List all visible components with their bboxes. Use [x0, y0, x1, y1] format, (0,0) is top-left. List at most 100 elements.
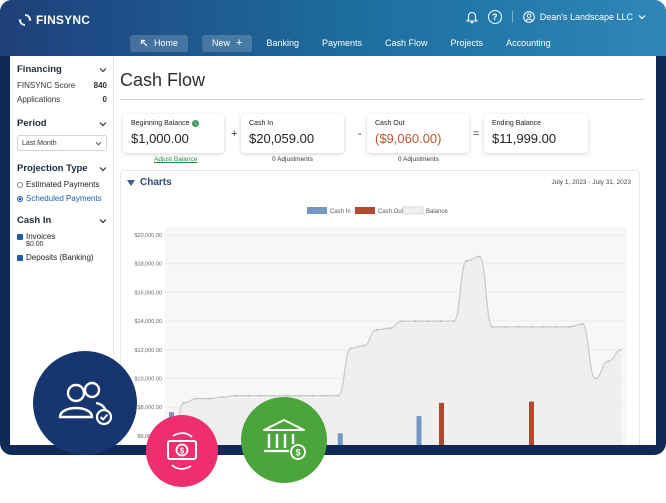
balance-point	[350, 347, 352, 350]
nav-accounting[interactable]: Accounting	[506, 38, 551, 48]
checkbox-checked-icon	[17, 233, 23, 240]
chevron-down-icon	[99, 121, 107, 126]
y-tick-label: $10,000.00	[134, 377, 162, 383]
balance-point	[620, 348, 622, 351]
legend-swatch	[355, 207, 375, 214]
balance-point	[208, 397, 211, 400]
minus-operator: -	[358, 128, 362, 140]
checkbox-deposits-banking[interactable]: Deposits (Banking)	[17, 253, 107, 262]
collapse-triangle-icon	[127, 179, 135, 186]
y-tick-label: $12,000.00	[134, 348, 162, 354]
nav-home[interactable]: Home	[130, 34, 189, 52]
chevron-down-icon	[95, 141, 102, 145]
nav-new[interactable]: New +	[202, 34, 253, 52]
balance-point	[607, 360, 610, 363]
balance-point	[491, 325, 494, 328]
cash-out-adjustments[interactable]: 0 Adjustments	[398, 156, 439, 163]
balance-point	[478, 255, 481, 258]
beginning-balance-value: $1,000.00	[131, 131, 189, 146]
beginning-balance-card: Beginning Balance i $1,000.00	[123, 114, 224, 153]
cash-in-section[interactable]: Cash In	[17, 215, 107, 226]
cash-in-card: Cash In $20,059.00	[241, 114, 344, 153]
adjust-balance-link[interactable]: Adjust Balance	[154, 156, 197, 163]
title-divider	[120, 99, 644, 100]
radio-selected-icon	[17, 195, 23, 202]
app-logo[interactable]: FINSYNC	[18, 11, 90, 29]
info-icon[interactable]: i	[192, 120, 200, 127]
period-section[interactable]: Period	[17, 118, 107, 129]
balance-point	[247, 394, 250, 397]
app-name: FINSYNC	[36, 13, 91, 27]
chart-date-range: July 1, 2023 · July 31, 2023	[551, 179, 632, 186]
balance-point	[452, 320, 455, 323]
period-select[interactable]: Last Month	[17, 135, 107, 151]
cash-out-value: ($9,060.00)	[375, 131, 442, 146]
plus-operator: +	[231, 128, 238, 140]
help-icon[interactable]: ?	[487, 10, 502, 24]
balance-point	[298, 394, 301, 397]
ending-balance-card: Ending Balance $11,999.00	[484, 114, 588, 153]
arrow-up-left-icon	[140, 39, 148, 47]
balance-point	[542, 325, 545, 328]
finsync-score-row: FINSYNC Score 840	[17, 81, 107, 90]
chevron-down-icon	[99, 218, 107, 223]
checkbox-invoices[interactable]: Invoices	[17, 232, 107, 241]
legend-label: Balance	[426, 209, 448, 215]
radio-icon	[17, 181, 23, 188]
balance-point	[324, 394, 327, 397]
charts-toggle[interactable]: Charts	[127, 177, 172, 188]
users-check-icon	[58, 381, 113, 426]
balance-point	[427, 320, 430, 323]
balance-point	[362, 344, 365, 347]
chevron-down-icon	[638, 15, 646, 20]
cash-in-bar	[337, 433, 343, 445]
cash-in-adjustments[interactable]: 0 Adjustments	[272, 156, 313, 163]
nav-payments[interactable]: Payments	[322, 38, 362, 48]
company-name: Dean's Landscape LLC	[539, 12, 633, 22]
balance-point	[311, 394, 314, 397]
cash-out-bar	[439, 402, 444, 445]
financing-section[interactable]: Financing	[17, 64, 107, 75]
y-tick-label: $14,000.00	[134, 319, 162, 325]
users-badge	[33, 351, 137, 455]
ending-balance-value: $11,999.00	[492, 131, 557, 146]
balance-point	[260, 394, 262, 397]
svg-text:$: $	[295, 448, 300, 458]
balance-point	[401, 320, 404, 323]
radio-scheduled-payments[interactable]: Scheduled Payments	[17, 194, 107, 203]
y-tick-label: $18,000.00	[134, 262, 162, 268]
balance-point	[375, 328, 378, 331]
legend-swatch	[307, 207, 327, 214]
nav-projects[interactable]: Projects	[451, 38, 484, 48]
page-title: Cash Flow	[120, 70, 206, 90]
checkbox-checked-icon	[17, 254, 23, 261]
balance-point	[440, 320, 442, 323]
main-nav: Home New + Banking Payments Cash Flow Pr…	[130, 34, 574, 52]
user-icon	[522, 11, 535, 23]
svg-text:$: $	[180, 446, 185, 455]
radio-estimated-payments[interactable]: Estimated Payments	[17, 180, 107, 189]
bell-icon[interactable]	[465, 11, 478, 24]
balance-point	[530, 325, 532, 328]
company-switcher[interactable]: Dean's Landscape LLC	[511, 11, 646, 23]
balance-point	[555, 325, 558, 328]
cash-out-bar	[529, 401, 534, 445]
chevron-down-icon	[99, 166, 107, 171]
balance-point	[337, 394, 340, 397]
balance-point	[182, 401, 185, 404]
balance-point	[465, 259, 468, 262]
cash-flow-chart: Cash In Cash Out Balance $20,000.00 $18,000.…	[134, 206, 627, 445]
charts-panel: Charts July 1, 2023 · July 31, 2023 Cash…	[120, 170, 640, 445]
balance-point	[568, 325, 571, 328]
nav-cash-flow[interactable]: Cash Flow	[385, 38, 428, 48]
nav-banking[interactable]: Banking	[266, 38, 299, 48]
balance-point	[504, 325, 507, 328]
legend-swatch	[402, 206, 424, 215]
y-tick-label: $20,000.00	[134, 233, 162, 239]
projection-type-section[interactable]: Projection Type	[17, 163, 107, 174]
legend-label: Cash In	[330, 209, 351, 215]
y-tick-label: $16,000.00	[134, 290, 162, 296]
equals-operator: =	[473, 128, 480, 140]
cash-in-bar	[416, 416, 422, 445]
applications-row: Applications 0	[17, 95, 107, 104]
